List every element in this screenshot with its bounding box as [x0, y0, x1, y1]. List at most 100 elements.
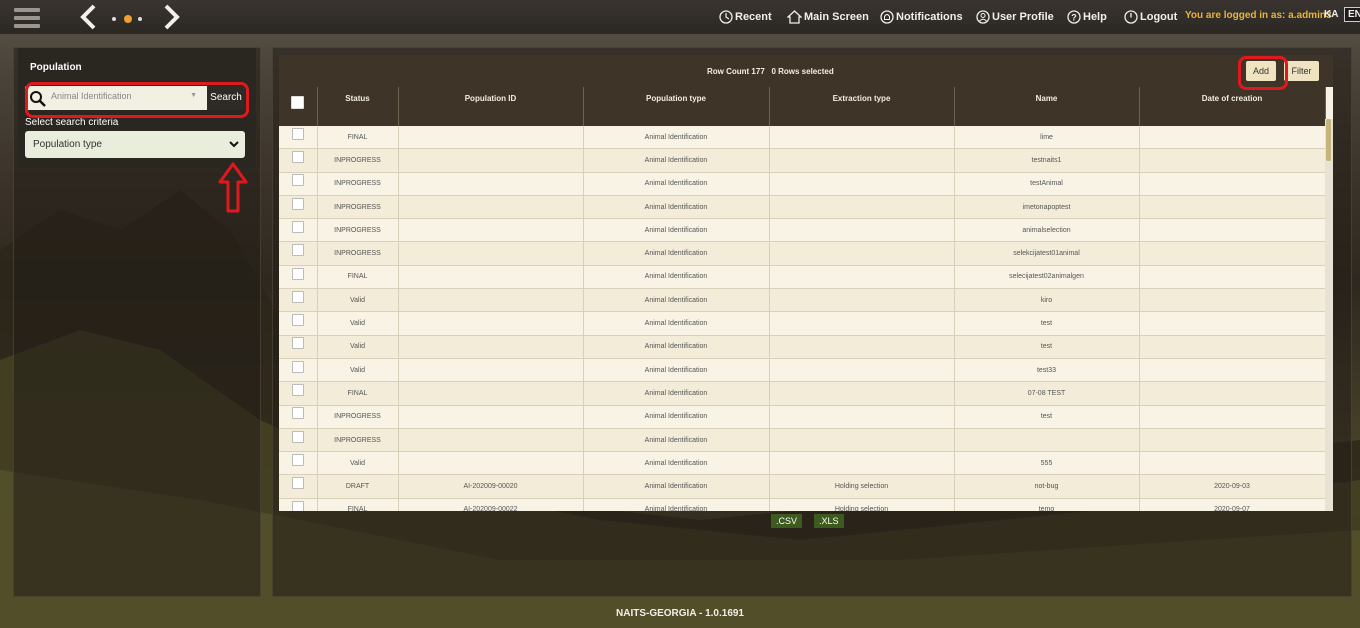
- cell-status: FINAL: [317, 265, 399, 290]
- forward-arrow-icon[interactable]: [158, 3, 186, 31]
- table-row[interactable]: INPROGRESS Animal Identification test: [279, 405, 1326, 429]
- hamburger-menu-icon[interactable]: [14, 8, 40, 28]
- table-row[interactable]: INPROGRESS Animal Identification selekcija…: [279, 241, 1326, 266]
- cell-extraction-type: [769, 451, 955, 476]
- row-checkbox[interactable]: [291, 220, 304, 233]
- cell-extraction-type: [769, 241, 955, 266]
- cell-status: FINAL: [317, 126, 399, 150]
- row-checkbox[interactable]: [291, 384, 304, 397]
- table-row[interactable]: FINAL AI-202009-00022 Animal Identificatio…: [279, 498, 1326, 511]
- row-checkbox-cell: [279, 358, 318, 383]
- criteria-select[interactable]: Population type: [25, 131, 245, 158]
- bell-icon: [880, 10, 894, 24]
- cell-extraction-type: [769, 126, 955, 150]
- table-row[interactable]: FINAL Animal Identification lime: [279, 126, 1326, 150]
- select-all-checkbox[interactable]: [291, 96, 305, 109]
- table-row[interactable]: Valid Animal Identification kiro: [279, 288, 1326, 313]
- table-row[interactable]: Valid Animal Identification 555: [279, 451, 1326, 476]
- row-checkbox-cell: [279, 405, 318, 429]
- cell-population-type: Animal Identification: [583, 451, 770, 476]
- column-header-population-id[interactable]: Population ID: [398, 87, 584, 126]
- row-checkbox[interactable]: [291, 244, 304, 257]
- table-scrollbar[interactable]: [1325, 119, 1333, 511]
- population-grid: Row Count 177 0 Rows selected Add Filter…: [279, 55, 1333, 511]
- menu-notifications[interactable]: Notifications: [880, 8, 963, 26]
- table-row[interactable]: Valid Animal Identification test: [279, 311, 1326, 336]
- row-checkbox[interactable]: [291, 197, 304, 210]
- table-row[interactable]: Valid Animal Identification test33: [279, 358, 1326, 383]
- cell-status: DRAFT: [317, 474, 399, 499]
- cell-date-of-creation: [1139, 241, 1326, 266]
- menu-help-label: Help: [1083, 11, 1107, 23]
- cell-status: INPROGRESS: [317, 241, 399, 266]
- menu-recent[interactable]: Recent: [719, 8, 772, 26]
- cell-name: selekcijatest01animal: [954, 241, 1140, 266]
- row-checkbox[interactable]: [291, 500, 304, 511]
- help-icon: ?: [1067, 10, 1081, 24]
- menu-main-screen[interactable]: Main Screen: [787, 8, 869, 26]
- menu-logout[interactable]: Logout: [1124, 8, 1177, 26]
- cell-name: lime: [954, 126, 1140, 150]
- cell-name: testAnimal: [954, 172, 1140, 196]
- language-ka[interactable]: KA: [1324, 9, 1338, 20]
- dropdown-caret-icon[interactable]: ▼: [190, 92, 197, 99]
- row-checkbox[interactable]: [291, 477, 304, 490]
- row-checkbox-cell: [279, 126, 318, 150]
- column-header-extraction-type[interactable]: Extraction type: [769, 87, 955, 126]
- cell-name: test: [954, 335, 1140, 359]
- search-button[interactable]: Search: [207, 86, 245, 110]
- cell-population-id: [398, 288, 584, 313]
- cell-date-of-creation: [1139, 172, 1326, 196]
- table-row[interactable]: INPROGRESS Animal Identification animalsel…: [279, 218, 1326, 243]
- language-en[interactable]: EN: [1344, 7, 1360, 22]
- cell-population-type: Animal Identification: [583, 428, 770, 453]
- table-row[interactable]: FINAL Animal Identification 07-08 TEST: [279, 381, 1326, 406]
- table-row[interactable]: INPROGRESS Animal Identification imetonapo…: [279, 195, 1326, 220]
- cell-population-id: [398, 172, 584, 196]
- table-row[interactable]: FINAL Animal Identification selecijatest02…: [279, 265, 1326, 290]
- table-row[interactable]: INPROGRESS Animal Identification: [279, 428, 1326, 453]
- row-checkbox[interactable]: [291, 151, 304, 164]
- row-checkbox-cell: [279, 381, 318, 406]
- column-header-name[interactable]: Name: [954, 87, 1140, 126]
- table-row[interactable]: INPROGRESS Animal Identification testnaits…: [279, 148, 1326, 173]
- cell-status: INPROGRESS: [317, 405, 399, 429]
- export-csv-button[interactable]: .CSV: [771, 514, 803, 528]
- select-all-header: [279, 87, 318, 126]
- row-checkbox[interactable]: [291, 267, 304, 280]
- criteria-label: Select search criteria: [25, 117, 119, 128]
- row-checkbox-cell: [279, 172, 318, 196]
- cell-extraction-type: [769, 311, 955, 336]
- search-input[interactable]: Animal Identification ▼: [25, 86, 209, 110]
- cell-name: selecijatest02animalgen: [954, 265, 1140, 290]
- column-header-date-of-creation[interactable]: Date of creation: [1139, 87, 1326, 126]
- column-header-population-type[interactable]: Population type: [583, 87, 770, 126]
- row-checkbox[interactable]: [291, 453, 304, 466]
- menu-user-profile[interactable]: User Profile: [976, 8, 1054, 26]
- table-row[interactable]: DRAFT AI-202009-00020 Animal Identificatio…: [279, 474, 1326, 499]
- row-checkbox[interactable]: [291, 430, 304, 443]
- column-header-status[interactable]: Status: [317, 87, 399, 126]
- table-row[interactable]: INPROGRESS Animal Identification testAnima…: [279, 172, 1326, 196]
- export-xls-button[interactable]: .XLS: [814, 514, 844, 528]
- row-checkbox-cell: [279, 335, 318, 359]
- row-checkbox[interactable]: [291, 360, 304, 373]
- row-checkbox-cell: [279, 288, 318, 313]
- add-button[interactable]: Add: [1246, 61, 1276, 81]
- table-row[interactable]: Valid Animal Identification test: [279, 335, 1326, 359]
- scrollbar-thumb[interactable]: [1326, 119, 1331, 161]
- row-checkbox-cell: [279, 265, 318, 290]
- row-checkbox[interactable]: [291, 337, 304, 350]
- row-checkbox[interactable]: [291, 174, 304, 187]
- row-checkbox[interactable]: [291, 127, 304, 140]
- filter-button[interactable]: Filter: [1284, 61, 1319, 81]
- menu-help[interactable]: ? Help: [1067, 8, 1107, 26]
- user-icon: [976, 10, 990, 24]
- svg-text:?: ?: [1071, 13, 1077, 23]
- row-checkbox-cell: [279, 195, 318, 220]
- row-checkbox[interactable]: [291, 314, 304, 327]
- back-arrow-icon[interactable]: [74, 3, 102, 31]
- row-checkbox[interactable]: [291, 407, 304, 420]
- cell-population-type: Animal Identification: [583, 172, 770, 196]
- row-checkbox[interactable]: [291, 290, 304, 303]
